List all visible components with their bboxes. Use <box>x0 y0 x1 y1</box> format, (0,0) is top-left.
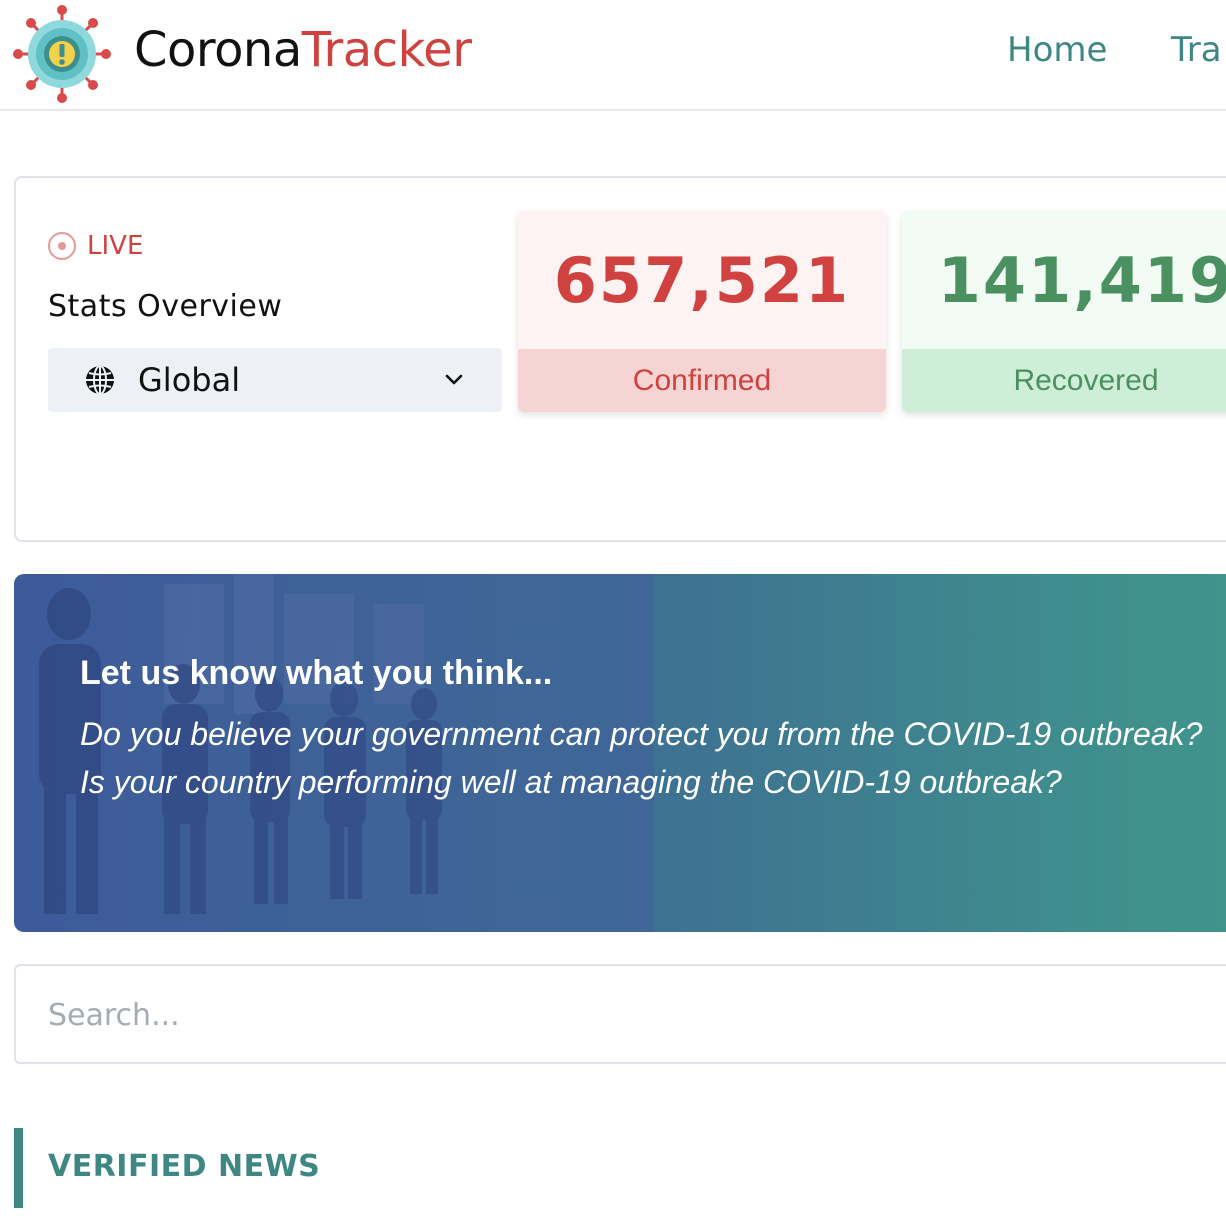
confirmed-label: Confirmed <box>518 349 886 412</box>
banner-title: Let us know what you think... <box>80 654 553 692</box>
banner-question-2: Is your country performing well at manag… <box>80 764 1062 800</box>
nav-home-link[interactable]: Home <box>1007 30 1107 70</box>
confirmed-count: 657,521 <box>518 211 886 349</box>
verified-news-heading: VERIFIED NEWS <box>48 1149 321 1184</box>
globe-icon <box>86 365 114 395</box>
search-input[interactable] <box>48 992 1148 1038</box>
confirmed-stat-card[interactable]: 657,521 Confirmed <box>518 211 886 412</box>
brand-name[interactable]: CoronaTracker <box>134 22 472 78</box>
region-dropdown[interactable]: Global <box>48 348 502 412</box>
recovered-stat-card[interactable]: 141,419 Recovered <box>902 211 1226 412</box>
live-indicator: LIVE <box>48 230 143 262</box>
virus-warning-icon[interactable] <box>12 4 112 104</box>
banner-question-1: Do you believe your government can prote… <box>80 716 1203 752</box>
chevron-down-icon <box>445 374 463 385</box>
nav-travel-link[interactable]: Tra <box>1171 30 1222 70</box>
stats-overview-title: Stats Overview <box>48 289 283 324</box>
recovered-count: 141,419 <box>902 211 1226 349</box>
search-box <box>14 964 1226 1064</box>
live-dot-icon <box>48 232 76 260</box>
brand-name-part1: Corona <box>134 22 302 78</box>
top-navbar: CoronaTracker Home Tra <box>0 0 1226 111</box>
brand-name-part2: Tracker <box>301 22 472 78</box>
region-selected-value: Global <box>138 361 241 399</box>
live-label: LIVE <box>87 231 144 261</box>
recovered-label: Recovered <box>902 349 1226 412</box>
news-accent-bar <box>14 1128 23 1208</box>
survey-banner[interactable]: Let us know what you think... Do you bel… <box>14 574 1226 932</box>
